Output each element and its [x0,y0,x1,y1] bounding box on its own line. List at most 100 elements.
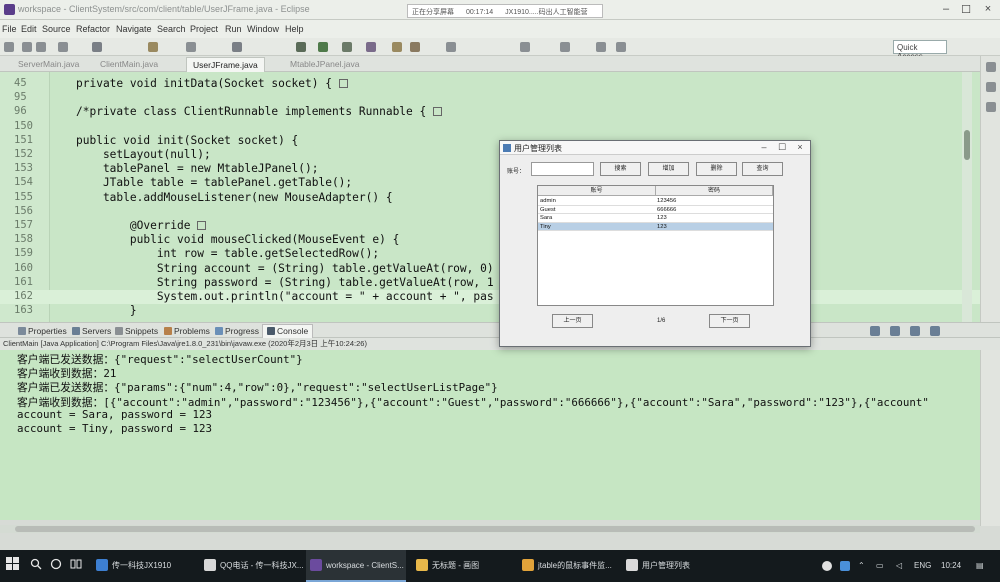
taskbar-app[interactable]: 传一科技JX1910 [92,550,192,582]
account-search-input[interactable] [531,162,594,176]
dialog-close-icon[interactable]: × [794,142,806,152]
tab-snippets[interactable]: Snippets [115,326,158,336]
prev-page-button[interactable]: 上一页 [552,314,593,328]
dialog-maximize-icon[interactable]: ☐ [776,142,788,153]
menu-search[interactable]: Search [157,24,186,34]
new-package-icon[interactable] [392,42,402,52]
close-icon[interactable]: × [980,3,996,17]
tab-console[interactable]: Console [262,324,314,338]
table-row[interactable]: Tiny 123 [538,222,773,231]
code-line[interactable]: 96 /*private class ClientRunnable impleme… [0,105,1000,119]
menu-help[interactable]: Help [285,24,304,34]
step-icon[interactable] [232,42,242,52]
task-view-icon[interactable] [70,550,84,582]
search-button[interactable]: 搜索 [600,162,641,176]
add-button[interactable]: 增加 [648,162,689,176]
folded-code-icon[interactable] [196,221,206,230]
editor-vertical-scrollbar[interactable] [962,72,972,322]
build-icon[interactable] [92,42,102,52]
open-type-icon[interactable] [446,42,456,52]
dialog-minimize-icon[interactable]: – [758,142,770,152]
taskbar-app-label: QQ电话 - 传一科技JX... [220,561,304,570]
tab-problems[interactable]: Problems [164,326,210,336]
tab-properties[interactable]: Properties [18,326,67,336]
user-table[interactable]: 账号 密码 admin 123456 Guest 666666 Sara 123 Tiny 1… [537,185,774,306]
delete-button[interactable]: 删除 [696,162,737,176]
save-all-icon[interactable] [36,42,46,52]
menu-source[interactable]: Source [42,24,71,34]
tab-servermain[interactable]: ServerMain.java [18,59,79,69]
code-line[interactable]: 150 [0,120,1000,134]
tray-app-icon[interactable] [840,561,850,571]
forward-icon[interactable] [616,42,626,52]
notifications-icon[interactable]: ▤ [976,561,984,570]
screen-share-banner[interactable]: 正在分享屏幕 00:17:14 JX1910.....码出人工智能营 [407,4,603,18]
code-text: @Override [76,219,191,232]
pin-console-icon[interactable] [910,326,920,336]
display-console-icon[interactable] [930,326,940,336]
query-button[interactable]: 查询 [742,162,783,176]
cortana-icon[interactable] [50,550,64,582]
folded-code-icon[interactable] [338,79,348,88]
menu-file[interactable]: File [2,24,17,34]
menu-refactor[interactable]: Refactor [76,24,110,34]
taskbar-app[interactable]: workspace - ClientS... [306,550,406,582]
save-icon[interactable] [22,42,32,52]
input-language[interactable]: ENG [914,561,931,570]
taskbar-app[interactable]: 无标题 - 画图 [412,550,512,582]
back-icon[interactable] [596,42,606,52]
clock[interactable]: 10:24 [941,561,961,570]
console-horizontal-scrollbar[interactable] [0,525,980,533]
scroll-lock-icon[interactable] [890,326,900,336]
annotation-icon[interactable] [560,42,570,52]
menu-window[interactable]: Window [247,24,279,34]
tab-clientmain[interactable]: ClientMain.java [100,59,158,69]
console-output[interactable]: 客户端已发送数据：{"request":"selectUserCount"} 客户… [0,350,980,520]
column-header-account[interactable]: 账号 [538,186,656,196]
table-row[interactable]: admin 123456 [538,197,773,206]
perspective-icon[interactable] [986,102,996,112]
tray-app-icon[interactable] [822,561,832,571]
tab-userjframe[interactable]: UserJFrame.java [186,57,265,72]
code-line[interactable]: 95 [0,91,1000,105]
tray-chevron-icon[interactable]: ⌃ [858,561,865,570]
resume-icon[interactable] [186,42,196,52]
new-class-icon[interactable] [410,42,420,52]
network-icon[interactable]: ▭ [876,561,884,570]
print-icon[interactable] [58,42,68,52]
menu-run[interactable]: Run [225,24,242,34]
search-icon[interactable] [520,42,530,52]
quick-access-field[interactable]: Quick Access [893,40,947,61]
coverage-icon[interactable] [342,42,352,52]
task-list-icon[interactable] [986,82,996,92]
column-header-password[interactable]: 密码 [656,186,773,196]
menu-navigate[interactable]: Navigate [116,24,152,34]
outline-icon[interactable] [986,62,996,72]
minimize-icon[interactable]: – [938,3,954,17]
search-taskbar-icon[interactable] [30,550,44,582]
maximize-icon[interactable]: ☐ [958,3,974,17]
scrollbar-thumb[interactable] [15,526,975,532]
external-tools-icon[interactable] [366,42,376,52]
folded-code-icon[interactable] [433,107,442,117]
debug-icon[interactable] [296,42,306,52]
scrollbar-thumb[interactable] [964,130,970,160]
taskbar-app[interactable]: jtable的鼠标事件监... [518,550,618,582]
new-icon[interactable] [4,42,14,52]
tab-servers[interactable]: Servers [72,326,111,336]
tab-progress[interactable]: Progress [215,326,259,336]
clear-console-icon[interactable] [870,326,880,336]
table-row[interactable]: Sara 123 [538,214,773,223]
table-row[interactable]: Guest 666666 [538,206,773,214]
tab-mtablejpanel[interactable]: MtableJPanel.java [290,59,359,69]
run-icon[interactable] [318,42,328,52]
menu-project[interactable]: Project [190,24,218,34]
code-line[interactable]: 45 private void initData(Socket socket) { [0,77,1000,91]
volume-icon[interactable]: ◁ [896,561,902,570]
skip-breakpoints-icon[interactable] [148,42,158,52]
start-button[interactable] [6,550,22,582]
taskbar-app[interactable]: QQ电话 - 传一科技JX... [200,550,304,582]
menu-edit[interactable]: Edit [21,24,37,34]
taskbar-app[interactable]: 用户管理列表 [622,550,722,582]
next-page-button[interactable]: 下一页 [709,314,750,328]
